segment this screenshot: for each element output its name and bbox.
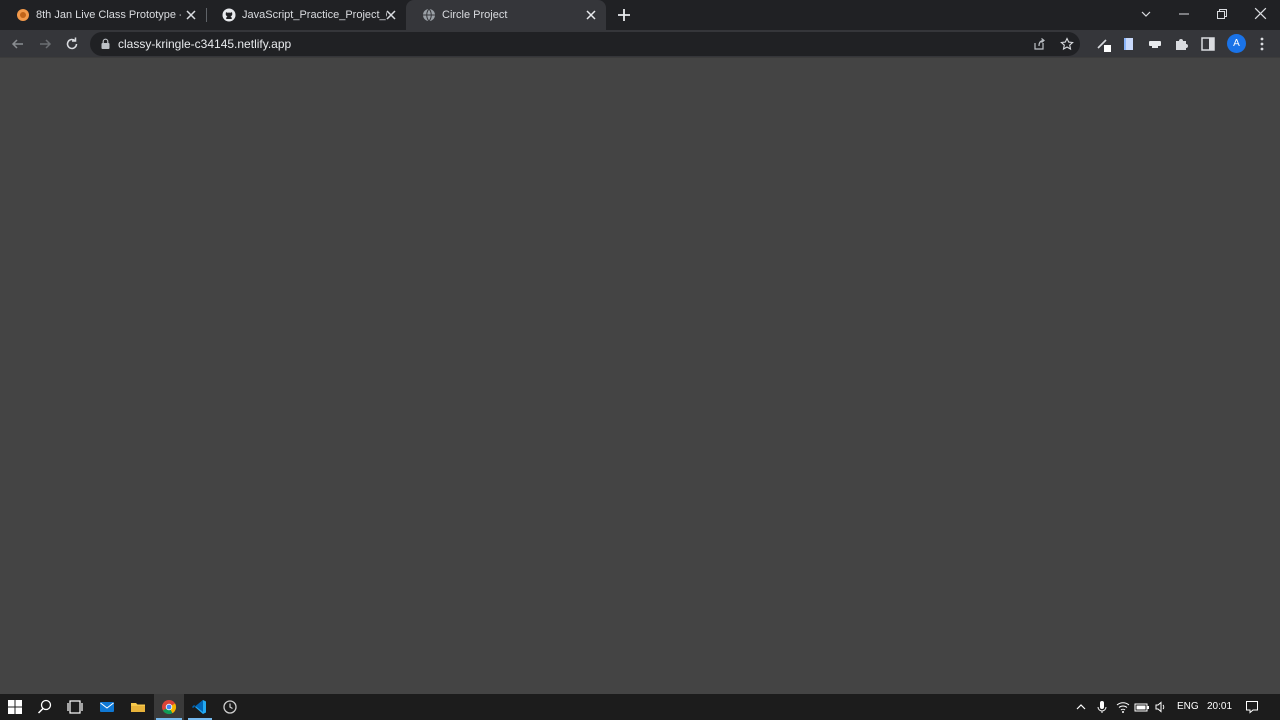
restore-icon[interactable] [1215,7,1229,21]
forward-arrow-icon[interactable] [36,35,54,53]
tab-search-chevron-icon[interactable] [1139,7,1153,21]
battery-icon[interactable] [1134,700,1150,714]
tab-figma-prototype[interactable]: 8th Jan Live Class Prototype - Fu [0,0,206,30]
extensions-puzzle-icon[interactable] [1172,35,1190,53]
close-icon[interactable] [184,8,198,22]
page-viewport [0,58,1280,694]
new-tab-plus-icon[interactable] [616,7,632,23]
tab-strip: 8th Jan Live Class Prototype - Fu JavaSc… [0,0,1280,30]
chrome-icon[interactable] [160,698,178,716]
globe-icon [423,8,435,22]
address-bar[interactable]: classy-kringle-c34145.netlify.app [90,32,1080,56]
microphone-icon[interactable] [1096,700,1108,714]
lock-icon[interactable] [100,38,111,50]
file-explorer-icon[interactable] [129,698,147,716]
vscode-icon[interactable] [190,698,208,716]
menu-kebab-icon[interactable] [1253,35,1271,53]
minimize-icon[interactable] [1177,7,1191,21]
url-text: classy-kringle-c34145.netlify.app [118,37,292,51]
clock-time[interactable]: 20:01 [1207,701,1232,712]
github-icon [222,8,236,22]
close-icon[interactable] [584,8,598,22]
tab-title: 8th Jan Live Class Prototype - Fu [36,9,181,21]
tab-title: Circle Project [442,9,508,21]
tab-github-project[interactable]: JavaScript_Practice_Project_Color [206,0,406,30]
figma-orange-icon [17,9,29,21]
side-panel-icon[interactable] [1199,35,1217,53]
extension-document-icon[interactable] [1120,35,1138,53]
language-indicator[interactable]: ENG [1177,701,1199,712]
back-arrow-icon[interactable] [9,35,27,53]
windows-taskbar: ENG 20:01 [0,694,1280,720]
window-close-icon[interactable] [1253,6,1268,21]
share-icon[interactable] [1032,37,1046,51]
wifi-icon[interactable] [1116,700,1130,714]
volume-icon[interactable] [1154,700,1168,714]
clock-app-icon[interactable] [221,698,239,716]
tab-circle-project[interactable]: Circle Project [406,0,606,30]
windows-start-icon[interactable] [6,698,24,716]
reload-icon[interactable] [63,35,81,53]
tab-title: JavaScript_Practice_Project_Color [242,9,387,21]
bookmark-star-icon[interactable] [1060,37,1074,51]
notification-center-icon[interactable] [1245,700,1259,714]
mail-icon[interactable] [98,698,116,716]
extension-monitor-icon[interactable] [1146,35,1164,53]
profile-avatar[interactable]: A [1227,34,1246,53]
tray-chevron-up-icon[interactable] [1075,701,1087,713]
search-icon[interactable] [36,698,54,716]
task-view-icon[interactable] [66,698,84,716]
extension-pen-icon[interactable] [1095,35,1113,53]
close-icon[interactable] [384,8,398,22]
browser-toolbar: classy-kringle-c34145.netlify.app A [0,30,1280,58]
